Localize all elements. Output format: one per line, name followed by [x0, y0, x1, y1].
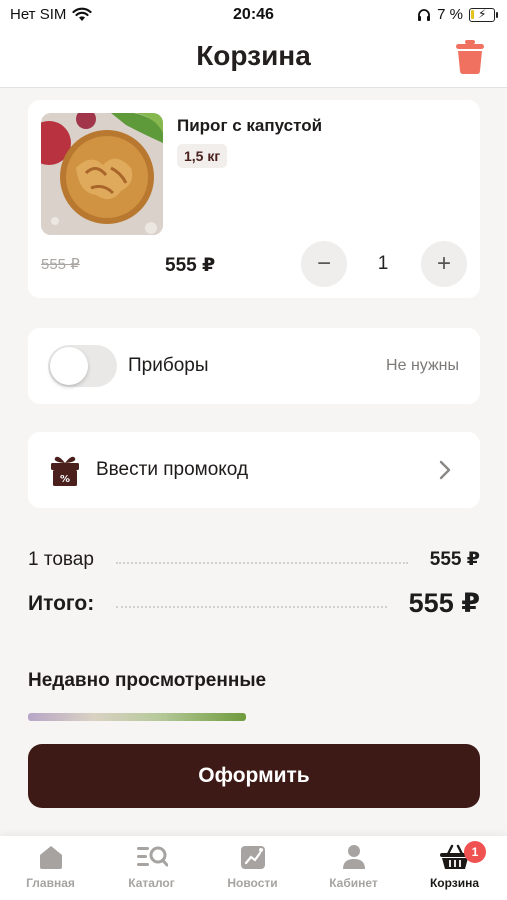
dotted-leader	[116, 605, 387, 608]
headphones-icon	[418, 8, 431, 21]
status-bar: Нет SIM 20:46 7 % ⚡	[0, 0, 507, 30]
catalog-icon	[136, 846, 168, 867]
product-name[interactable]: Пирог с капустой	[177, 116, 322, 136]
tab-label: Кабинет	[329, 876, 378, 890]
tab-news[interactable]: Новости	[202, 844, 303, 890]
cutlery-label: Приборы	[128, 355, 209, 376]
cutlery-status: Не нужны	[386, 357, 459, 374]
plus-icon: +	[436, 250, 451, 277]
grand-total-row: Итого: 555 ₽	[28, 588, 480, 619]
toggle-knob	[50, 347, 88, 385]
items-count-label: 1 товар	[28, 548, 94, 570]
total-value: 555 ₽	[408, 588, 480, 618]
chevron-right-icon	[439, 460, 451, 480]
home-icon	[39, 846, 62, 869]
items-summary-row: 1 товар 555 ₽	[28, 548, 480, 571]
svg-text:%: %	[60, 474, 70, 485]
product-price: 555 ₽	[165, 255, 216, 276]
checkout-button[interactable]: Оформить	[28, 744, 480, 808]
decrease-quantity-button[interactable]: −	[301, 241, 347, 287]
tab-home[interactable]: Главная	[0, 844, 101, 890]
bottom-tab-bar: Главная Каталог Новости Кабинет 1 Корзин…	[0, 836, 507, 900]
promo-code-row[interactable]: % Ввести промокод	[28, 432, 480, 508]
tab-label: Главная	[26, 876, 75, 890]
news-icon	[240, 846, 265, 869]
tab-label: Каталог	[128, 876, 175, 890]
total-label: Итого:	[28, 591, 95, 615]
cart-item-card: Пирог с капустой 1,5 кг 555 ₽ 555 ₽ − 1 …	[28, 100, 480, 298]
dotted-leader	[115, 561, 408, 564]
tab-label: Корзина	[429, 876, 480, 890]
recently-viewed-title: Недавно просмотренные	[28, 670, 267, 691]
increase-quantity-button[interactable]: +	[421, 241, 467, 287]
battery-percent: 7 %	[437, 6, 463, 23]
tab-label: Новости	[227, 876, 278, 890]
minus-icon: −	[316, 250, 331, 277]
promo-label: Ввести промокод	[96, 459, 249, 480]
old-price: 555 ₽	[41, 256, 80, 273]
page-title: Корзина	[196, 40, 311, 71]
cart-count-badge: 1	[464, 841, 486, 863]
status-right: 7 % ⚡	[417, 6, 498, 23]
cutlery-toggle[interactable]	[48, 345, 117, 387]
tab-catalog[interactable]: Каталог	[101, 844, 202, 890]
recently-viewed-product-image[interactable]	[28, 713, 246, 721]
product-weight-badge: 1,5 кг	[177, 144, 228, 168]
tab-profile[interactable]: Кабинет	[303, 844, 404, 890]
battery-icon: ⚡	[469, 7, 498, 22]
product-image[interactable]	[41, 113, 163, 235]
items-total: 555 ₽	[429, 549, 480, 570]
quantity-value: 1	[377, 253, 389, 274]
page-header: Корзина	[0, 30, 507, 88]
gift-icon: %	[51, 456, 79, 486]
cutlery-card: Приборы Не нужны	[28, 328, 480, 404]
trash-icon[interactable]	[455, 40, 485, 74]
tab-cart[interactable]: 1 Корзина	[404, 841, 505, 890]
profile-icon	[342, 845, 365, 869]
